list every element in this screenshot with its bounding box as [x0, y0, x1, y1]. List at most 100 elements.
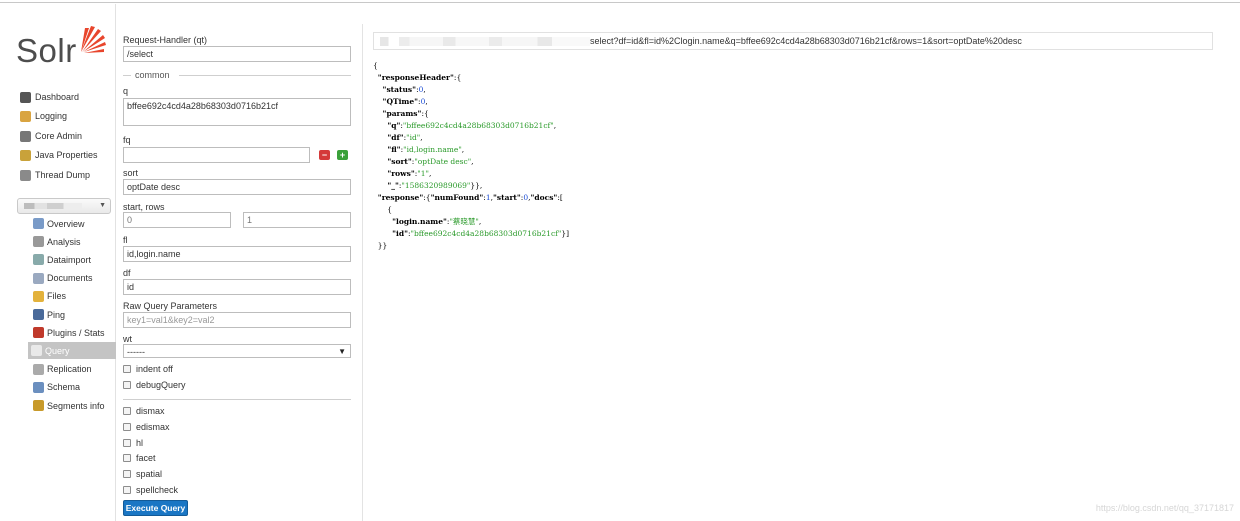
sidebar-item-thread-dump[interactable]: Thread Dump: [20, 167, 90, 183]
core-nav-query[interactable]: Query: [28, 342, 116, 360]
sidebar-item-label: Java Properties: [35, 150, 98, 160]
logo-text: Solr: [16, 32, 77, 69]
json-line: "QTime":0,: [382, 97, 428, 106]
request-handler-input[interactable]: /select: [123, 46, 351, 62]
core-nav-label: Segments info: [47, 400, 105, 411]
checkbox-box[interactable]: [123, 486, 131, 494]
debugquery-checkbox[interactable]: debugQuery: [123, 379, 186, 391]
top-border: [0, 0, 1240, 3]
checkbox-label: hl: [136, 437, 144, 448]
sidebar-item-label: Thread Dump: [35, 170, 91, 180]
checkbox-label: edismax: [136, 421, 170, 432]
df-label: df: [123, 268, 131, 278]
sidebar-item-label: Logging: [35, 111, 68, 121]
common-fieldset: common: [123, 70, 351, 80]
dashboard-icon: [20, 91, 31, 103]
core-nav-documents[interactable]: Documents: [30, 270, 116, 287]
solr-logo[interactable]: Solr: [16, 24, 108, 72]
checkbox-box[interactable]: [123, 470, 131, 479]
sidebar-item-dashboard[interactable]: Dashboard: [20, 89, 79, 105]
result-panel: select?df=id&fl=id%2Clogin.name&q=bffee6…: [363, 24, 1240, 521]
core-nav-dataimport[interactable]: Dataimport: [30, 251, 116, 268]
json-line: }}: [373, 241, 388, 250]
spellcheck-checkbox[interactable]: spellcheck: [123, 484, 178, 496]
json-line: "status":0,: [382, 85, 426, 94]
segments-icon: [33, 400, 44, 411]
indent-off-checkbox[interactable]: indent off: [123, 363, 173, 375]
checkbox-box[interactable]: [123, 381, 131, 389]
json-line: "responseHeader":{: [377, 73, 462, 82]
raw-params-label: Raw Query Parameters: [123, 301, 218, 311]
checkbox-label: indent off: [136, 364, 173, 374]
core-nav-files[interactable]: Files: [30, 288, 116, 305]
java-properties-icon: [20, 149, 31, 161]
checkbox-box[interactable]: [123, 438, 131, 447]
wt-select[interactable]: ------ ▼: [123, 344, 351, 358]
overview-icon: [33, 218, 44, 229]
core-nav-schema[interactable]: Schema: [30, 379, 116, 396]
df-input[interactable]: id: [123, 279, 351, 295]
core-nav-label: Schema: [47, 382, 81, 393]
json-line: "login.name":"蔡晓慧",: [392, 217, 482, 226]
sidebar-item-label: Dashboard: [35, 92, 80, 102]
json-line: "df":"id",: [387, 133, 423, 142]
request-url-bar[interactable]: select?df=id&fl=id%2Clogin.name&q=bffee6…: [373, 32, 1213, 50]
core-nav-label: Plugins / Stats: [47, 327, 105, 338]
checkbox-box[interactable]: [123, 422, 131, 431]
chevron-down-icon: ▼: [99, 202, 106, 209]
checkbox-box[interactable]: [123, 454, 131, 463]
watermark: https://blog.csdn.net/qq_37171817: [1095, 503, 1234, 513]
sidebar-item-java-properties[interactable]: Java Properties: [20, 147, 98, 163]
chevron-down-icon: ▼: [338, 347, 346, 356]
sort-input[interactable]: optDate desc: [123, 179, 351, 195]
spatial-checkbox[interactable]: spatial: [123, 468, 162, 480]
core-nav-segments-info[interactable]: Segments info: [30, 397, 116, 414]
options-divider: [123, 394, 351, 404]
fq-remove-button[interactable]: −: [319, 150, 330, 160]
ping-icon: [33, 309, 44, 320]
json-line: "id":"bffee692c4cd4a28b68303d0716b21cf"}…: [392, 229, 570, 238]
checkbox-box[interactable]: [123, 365, 131, 373]
core-nav-overview[interactable]: Overview: [30, 215, 116, 232]
wt-selected-value: ------: [127, 347, 145, 357]
url-host-redacted: [380, 37, 590, 46]
json-line: "rows":"1",: [387, 169, 432, 178]
checkbox-label: debugQuery: [136, 380, 186, 390]
facet-checkbox[interactable]: facet: [123, 452, 156, 464]
json-line: "sort":"optDate desc",: [387, 157, 474, 166]
sidebar-item-label: Core Admin: [35, 131, 83, 141]
divider-line: [123, 399, 351, 400]
sidebar-item-core-admin[interactable]: Core Admin: [20, 128, 82, 144]
core-nav-replication[interactable]: Replication: [30, 361, 116, 378]
core-nav-label: Query: [45, 345, 70, 356]
execute-query-button[interactable]: Execute Query: [123, 500, 188, 516]
json-response: { "responseHeader":{ "status":0, "QTime"…: [373, 60, 569, 252]
core-selector[interactable]: ▼: [17, 198, 111, 214]
core-nav-plugins-stats[interactable]: Plugins / Stats: [30, 324, 116, 341]
core-nav-label: Files: [47, 291, 67, 302]
json-line: "q":"bffee692c4cd4a28b68303d0716b21cf",: [387, 121, 557, 130]
checkbox-label: dismax: [136, 406, 165, 416]
dismax-checkbox[interactable]: dismax: [123, 405, 165, 417]
fq-input[interactable]: [123, 147, 310, 163]
checkbox-label: spatial: [136, 469, 163, 480]
fq-add-button[interactable]: +: [337, 150, 348, 160]
dataimport-icon: [33, 254, 44, 266]
edismax-checkbox[interactable]: edismax: [123, 421, 170, 433]
core-nav-analysis[interactable]: Analysis: [30, 233, 116, 250]
core-nav-ping[interactable]: Ping: [30, 306, 116, 323]
fl-input[interactable]: id,login.name: [123, 246, 351, 262]
hl-checkbox[interactable]: hl: [123, 437, 143, 449]
start-input[interactable]: 0: [123, 212, 231, 228]
rows-input[interactable]: 1: [243, 212, 351, 228]
sidebar-item-logging[interactable]: Logging: [20, 108, 67, 124]
q-textarea[interactable]: bffee692c4cd4a28b68303d0716b21cf: [123, 98, 351, 126]
solr-sun-icon: [81, 26, 106, 53]
fieldset-line-right: [179, 75, 351, 76]
query-form: Request-Handler (qt) /select common q bf…: [117, 24, 362, 521]
files-icon: [33, 290, 44, 302]
checkbox-box[interactable]: [123, 407, 131, 415]
q-label: q: [123, 86, 129, 96]
raw-params-input[interactable]: key1=val1&key2=val2: [123, 312, 351, 328]
core-nav-label: Analysis: [47, 236, 81, 247]
